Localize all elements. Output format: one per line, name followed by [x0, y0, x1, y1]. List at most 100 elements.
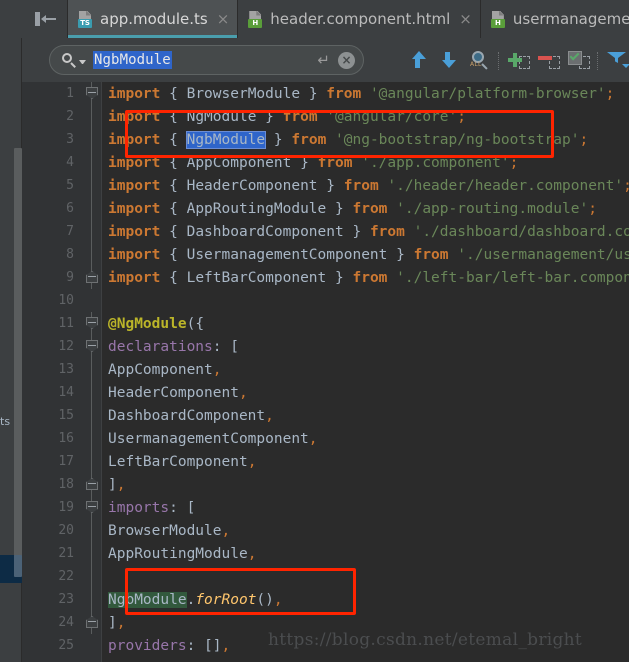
fold-column[interactable]	[82, 151, 102, 174]
code-line[interactable]: 3 import { NgbModule } from '@ng-bootstra…	[22, 128, 629, 151]
code-line-list: 1 import { BrowserModule } from '@angular…	[22, 82, 629, 657]
chevron-down-icon[interactable]	[79, 60, 86, 64]
fold-column[interactable]	[82, 542, 102, 565]
code-line[interactable]: 9 import { LeftBarComponent } from './lef…	[22, 266, 629, 289]
code-editor[interactable]: 1 import { BrowserModule } from '@angular…	[22, 82, 629, 662]
fold-column[interactable]	[82, 427, 102, 450]
code-line[interactable]: 6 import { AppRoutingModule } from './app…	[22, 197, 629, 220]
collapse-panel-button[interactable]	[22, 0, 68, 38]
code-line[interactable]: 19 imports: [	[22, 496, 629, 519]
fold-column[interactable]	[82, 220, 102, 243]
fold-column[interactable]	[82, 404, 102, 427]
code-line[interactable]: 12 declarations: [	[22, 335, 629, 358]
close-icon[interactable]: ×	[217, 11, 230, 27]
line-number: 11	[58, 316, 74, 331]
file-type-badge: H	[490, 18, 505, 28]
fold-column[interactable]	[82, 105, 102, 128]
fold-column[interactable]	[82, 128, 102, 151]
search-input[interactable]: NgbModule ↵ ×	[49, 45, 364, 75]
code-line[interactable]: 7 import { DashboardComponent } from './d…	[22, 220, 629, 243]
code-line[interactable]: 23 NgbModule.forRoot(),	[22, 588, 629, 611]
tab-label: app.module.ts	[100, 10, 208, 28]
code-text: AppRoutingModule,	[108, 545, 257, 562]
fold-column[interactable]	[82, 611, 102, 634]
code-line[interactable]: 10	[22, 289, 629, 312]
project-scrollbar[interactable]	[14, 148, 22, 560]
tab-app-module-ts[interactable]: TS app.module.ts ×	[68, 0, 239, 38]
code-line[interactable]: 22	[22, 565, 629, 588]
line-number: 15	[58, 408, 74, 423]
code-text: ],	[108, 476, 126, 493]
ide-window: ts TS app.module.ts × H header.component…	[0, 0, 629, 662]
typescript-file-icon: TS	[78, 10, 93, 28]
project-scrollbar-thumb[interactable]	[14, 555, 22, 577]
fold-column[interactable]	[82, 634, 102, 657]
search-icon	[61, 52, 77, 68]
clear-search-icon[interactable]: ×	[338, 51, 355, 69]
fold-column[interactable]	[82, 197, 102, 220]
filter-button[interactable]	[602, 48, 629, 74]
code-line[interactable]: 13 AppComponent,	[22, 358, 629, 381]
fold-collapse-icon[interactable]	[86, 501, 98, 513]
select-all-occurrences-button[interactable]: ALL	[464, 48, 494, 74]
fold-collapse-icon[interactable]	[86, 478, 98, 490]
code-line[interactable]: 14 HeaderComponent,	[22, 381, 629, 404]
toolbar-divider	[597, 52, 598, 70]
code-line[interactable]: 1 import { BrowserModule } from '@angular…	[22, 82, 629, 105]
fold-column[interactable]	[82, 312, 102, 335]
fold-column[interactable]	[82, 496, 102, 519]
fold-column[interactable]	[82, 174, 102, 197]
select-all-button[interactable]	[563, 48, 593, 74]
code-line[interactable]: 17 LeftBarComponent,	[22, 450, 629, 473]
code-line[interactable]: 5 import { HeaderComponent } from './head…	[22, 174, 629, 197]
fold-collapse-icon[interactable]	[86, 87, 98, 99]
watermark-text: https://blog.csdn.net/etemal_bright	[268, 630, 583, 650]
project-tree-edge[interactable]: ts	[0, 38, 22, 662]
line-number: 20	[58, 523, 74, 538]
fold-column[interactable]	[82, 473, 102, 496]
fold-column[interactable]	[82, 381, 102, 404]
remove-selection-button[interactable]	[533, 48, 563, 74]
line-number: 22	[58, 569, 74, 584]
close-icon[interactable]: ×	[459, 11, 472, 27]
fold-column[interactable]	[82, 565, 102, 588]
code-line[interactable]: 8 import { UsermanagementComponent } from…	[22, 243, 629, 266]
line-number: 12	[58, 339, 74, 354]
code-text: import { LeftBarComponent } from './left…	[108, 269, 629, 286]
fold-column[interactable]	[82, 289, 102, 312]
tab-usermanagement-component-html[interactable]: H usermanagement.com	[480, 0, 629, 38]
tab-header-component-html[interactable]: H header.component.html ×	[238, 0, 481, 38]
code-line[interactable]: 15 DashboardComponent,	[22, 404, 629, 427]
add-selection-button[interactable]	[503, 48, 533, 74]
collapse-panel-icon	[32, 11, 58, 27]
search-input-value: NgbModule	[93, 51, 172, 69]
code-text: import { AppComponent } from './app.comp…	[108, 154, 519, 171]
code-line[interactable]: 2 import { NgModule } from '@angular/core…	[22, 105, 629, 128]
fold-column[interactable]	[82, 358, 102, 381]
fold-column[interactable]	[82, 450, 102, 473]
code-line[interactable]: 18 ],	[22, 473, 629, 496]
enter-key-icon[interactable]: ↵	[317, 51, 330, 69]
line-number: 6	[66, 201, 74, 216]
fold-column[interactable]	[82, 519, 102, 542]
fold-collapse-icon[interactable]	[86, 271, 98, 283]
fold-column[interactable]	[82, 82, 102, 105]
code-text: declarations: [	[108, 338, 239, 355]
fold-column[interactable]	[82, 266, 102, 289]
fold-column[interactable]	[82, 243, 102, 266]
code-text: AppComponent,	[108, 361, 222, 378]
code-text: import { NgModule } from '@angular/core'…	[108, 108, 466, 125]
code-line[interactable]: 20 BrowserModule,	[22, 519, 629, 542]
fold-column[interactable]	[82, 335, 102, 358]
fold-collapse-icon[interactable]	[86, 616, 98, 628]
code-line[interactable]: 4 import { AppComponent } from './app.com…	[22, 151, 629, 174]
code-line[interactable]: 21 AppRoutingModule,	[22, 542, 629, 565]
minus-selection-icon	[538, 56, 552, 60]
find-next-button[interactable]	[434, 48, 464, 74]
code-line[interactable]: 11 @NgModule({	[22, 312, 629, 335]
fold-collapse-icon[interactable]	[86, 340, 98, 352]
fold-collapse-icon[interactable]	[86, 317, 98, 329]
find-previous-button[interactable]	[404, 48, 434, 74]
code-line[interactable]: 16 UsermanagementComponent,	[22, 427, 629, 450]
fold-column[interactable]	[82, 588, 102, 611]
